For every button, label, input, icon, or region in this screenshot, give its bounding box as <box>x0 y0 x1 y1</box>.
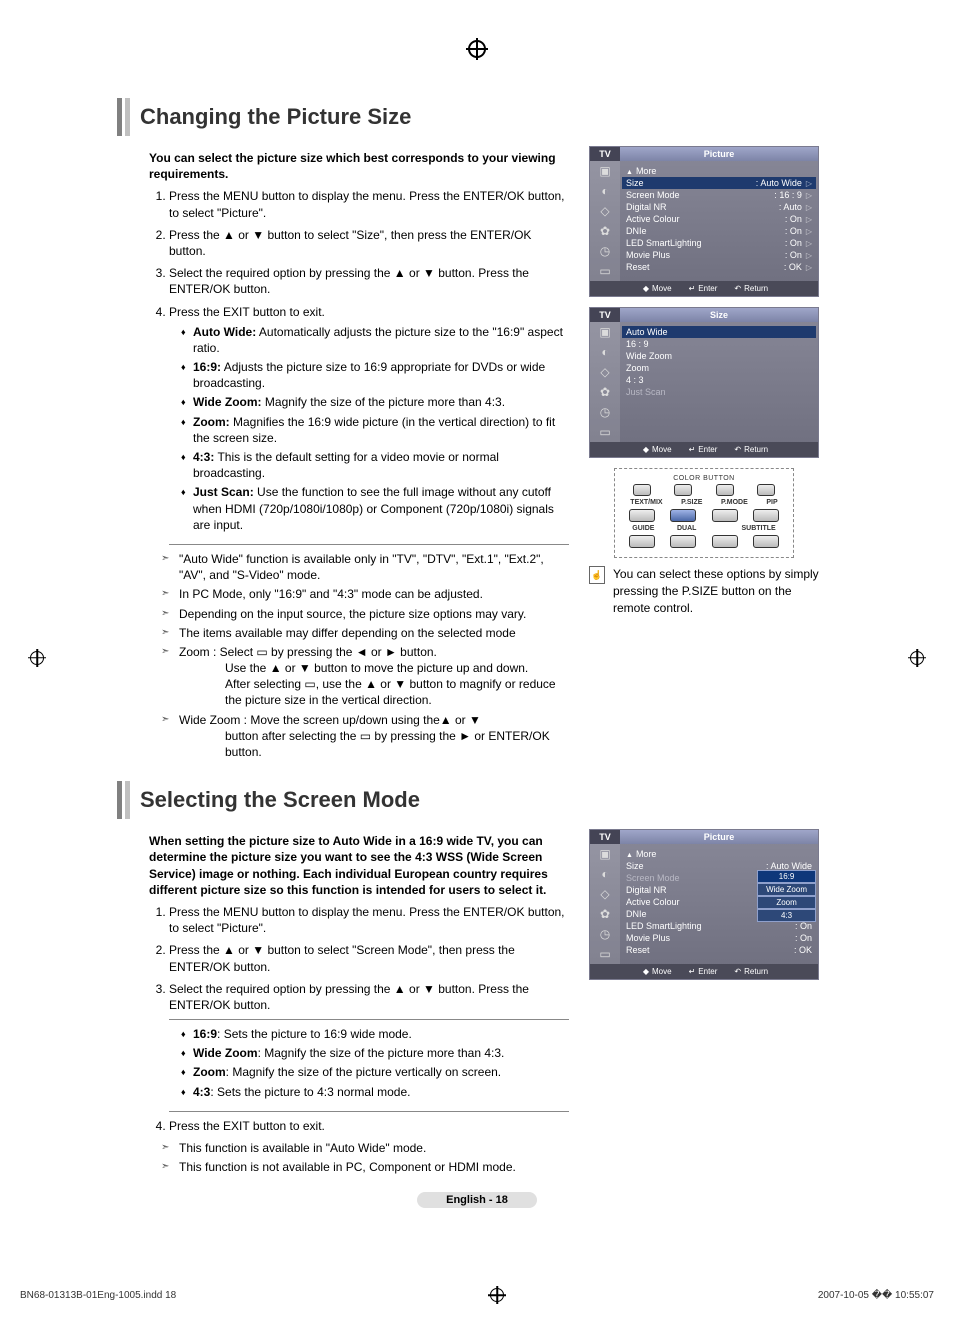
heading-selecting-screen-mode: Selecting the Screen Mode <box>140 781 420 819</box>
remote-btn-subtitle <box>753 535 779 548</box>
step-4: Press the EXIT button to exit. Auto Wide… <box>169 304 569 545</box>
remote-btn-pip <box>753 509 779 522</box>
remote-color-green <box>674 484 692 496</box>
s2-step-1: Press the MENU button to display the men… <box>169 904 569 936</box>
osd2-title: Size <box>620 308 818 322</box>
section1-options: Auto Wide: Automatically adjusts the pic… <box>169 324 569 545</box>
step-3: Select the required option by pressing t… <box>169 265 569 297</box>
section-1-title: Changing the Picture Size <box>117 98 837 136</box>
picture-icon: ▣ <box>590 161 620 181</box>
registration-mark-top <box>468 40 486 58</box>
screen-mode-dropdown: 16:9 Wide Zoom Zoom 4:3 <box>757 870 816 922</box>
section2-notes: This function is available in "Auto Wide… <box>149 1140 569 1175</box>
heading-changing-picture-size: Changing the Picture Size <box>140 98 411 136</box>
dtv-icon: ▭ <box>590 261 620 281</box>
section1-steps: Press the MENU button to display the men… <box>149 188 569 545</box>
remote-btn-guide <box>629 535 655 548</box>
remote-btn-psize <box>670 509 696 522</box>
osd1-icon-col: ▣ ◐ ◇ ✿ ◷ ▭ <box>590 161 620 281</box>
registration-mark-bottom <box>490 1288 504 1302</box>
osd3-icon-col: ▣ ◐ ◇ ✿ ◷ ▭ <box>590 844 620 964</box>
remote-btn-dual <box>670 535 696 548</box>
remote-color-red <box>633 484 651 496</box>
osd2-icon-col: ▣ ◐ ◇ ✿ ◷ ▭ <box>590 322 620 442</box>
sound-icon: ◐ <box>590 181 620 201</box>
setup-icon: ✿ <box>590 221 620 241</box>
channel-icon: ◇ <box>590 201 620 221</box>
remote-callout: COLOR BUTTON TEXT/MIX P.SIZE P.MODE PIP <box>614 468 794 558</box>
osd-picture-menu-2: TV Picture ▣ ◐ ◇ ✿ ◷ ▭ More SizeAuto Wid… <box>589 829 819 980</box>
osd3-title: Picture <box>620 830 818 844</box>
remote-btn-pmode <box>712 509 738 522</box>
remote-btn-textmix <box>629 509 655 522</box>
remote-color-blue <box>757 484 775 496</box>
osd3-tab: TV <box>590 830 620 844</box>
section2-options: 16:9: Sets the picture to 16:9 wide mode… <box>169 1019 569 1112</box>
psize-note: ☝ You can select these options by simply… <box>589 566 819 616</box>
section2-steps: Press the MENU button to display the men… <box>149 904 569 1134</box>
input-icon: ◷ <box>590 241 620 261</box>
osd2-tab: TV <box>590 308 620 322</box>
osd1-tab: TV <box>590 147 620 161</box>
print-footer: BN68-01313B-01Eng-1005.indd 18 2007-10-0… <box>0 1288 954 1302</box>
osd1-title: Picture <box>620 147 818 161</box>
remote-btn-3 <box>712 535 738 548</box>
section1-lead: You can select the picture size which be… <box>149 150 569 182</box>
hand-icon: ☝ <box>589 566 605 584</box>
s2-step-4: Press the EXIT button to exit. <box>169 1118 569 1134</box>
page-number: English - 18 <box>417 1192 537 1208</box>
s2-step-3: Select the required option by pressing t… <box>169 981 569 1112</box>
footer-right: 2007-10-05 �� 10:55:07 <box>818 1290 934 1301</box>
registration-mark-right <box>910 651 924 665</box>
step-1: Press the MENU button to display the men… <box>169 188 569 220</box>
osd-size-menu: TV Size ▣ ◐ ◇ ✿ ◷ ▭ Auto Wide 16 : 9 <box>589 307 819 458</box>
section1-notes: "Auto Wide" function is available only i… <box>149 551 569 760</box>
osd-picture-menu-1: TV Picture ▣ ◐ ◇ ✿ ◷ ▭ More SizeAuto Wid… <box>589 146 819 297</box>
section2-lead: When setting the picture size to Auto Wi… <box>149 833 569 898</box>
footer-left: BN68-01313B-01Eng-1005.indd 18 <box>20 1290 176 1301</box>
s2-step-2: Press the ▲ or ▼ button to select "Scree… <box>169 942 569 974</box>
registration-mark-left <box>30 651 44 665</box>
section-2-title: Selecting the Screen Mode <box>117 781 837 819</box>
remote-color-yellow <box>716 484 734 496</box>
step-2: Press the ▲ or ▼ button to select "Size"… <box>169 227 569 259</box>
